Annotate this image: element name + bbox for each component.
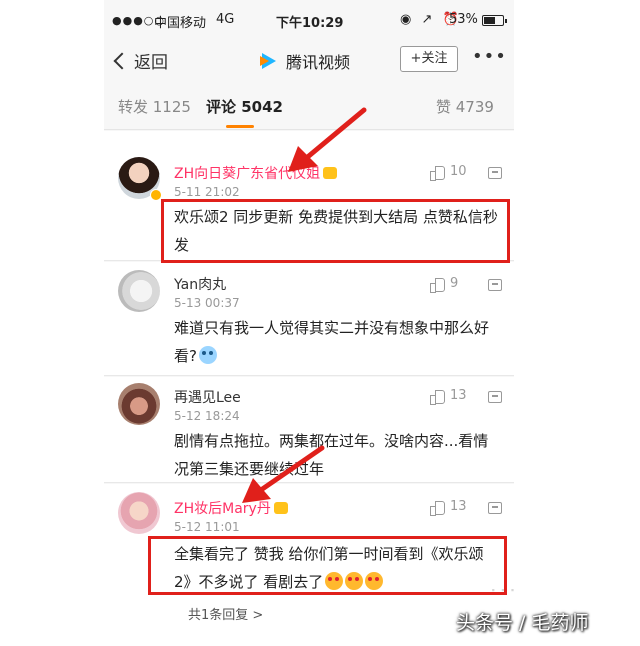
status-bar: ●●●○○ 中国移动 4G 下午10:29 ◉ ↗ ⏰ 53% [104, 0, 514, 40]
tab-likes[interactable]: 赞 4739 [436, 96, 494, 117]
nav-bar: 返回 腾讯视频 +关注 ••• [104, 40, 514, 78]
chevron-left-icon [113, 52, 131, 69]
comment-text: 剧情有点拖拉。两集都在过年。没啥内容...看情况第三集还要继续过年 [174, 432, 489, 478]
network-label: 4G [216, 12, 235, 27]
tencent-video-logo-icon [260, 52, 280, 70]
like-button[interactable]: 13 [430, 388, 467, 405]
comment-date: 5-13 00:37 [174, 296, 240, 310]
avatar[interactable] [118, 492, 160, 534]
thumb-up-icon [430, 277, 445, 293]
page-title-text: 腾讯视频 [286, 53, 351, 72]
tab-repost[interactable]: 转发 1125 [118, 96, 191, 117]
comment-item[interactable]: 再遇见Lee 5-12 18:24 13 剧情有点拖拉。两集都在过年。没啥内容.… [104, 377, 514, 483]
comment-icon[interactable] [488, 391, 502, 403]
comment-author[interactable]: ZH妆后Mary丹 [174, 498, 288, 518]
comment-date: 5-12 18:24 [174, 409, 240, 423]
battery-percent: 53% [449, 12, 478, 27]
watermark-text: 头条号 / 毛药师 [456, 612, 589, 634]
more-icon[interactable]: ••• [472, 46, 507, 67]
like-count: 13 [450, 388, 467, 403]
like-button[interactable]: 13 [430, 499, 467, 516]
back-label: 返回 [134, 53, 168, 73]
tab-comments[interactable]: 评论 5042 [206, 96, 283, 117]
comment-author[interactable]: 再遇见Lee [174, 387, 241, 407]
emoji-icon [198, 346, 217, 364]
like-count: 13 [450, 499, 467, 514]
comment-icon[interactable] [488, 502, 502, 514]
reply-count-link[interactable]: 共1条回复 > [188, 604, 263, 623]
comment-icon[interactable] [488, 167, 502, 179]
tab-bar: 转发 1125 评论 5042 赞 4739 [104, 78, 514, 130]
back-button[interactable]: 返回 [113, 48, 168, 73]
carrier-label: 中国移动 [154, 16, 207, 31]
comment-author[interactable]: ZH向日葵广东省代仪姐 [174, 163, 338, 183]
comment-item[interactable]: Yan肉丸 5-13 00:37 9 难道只有我一人觉得其实二并没有想象中那么好… [104, 262, 514, 376]
highlight-box [148, 536, 507, 595]
comment-icon[interactable] [488, 279, 502, 291]
battery-icon [482, 15, 507, 26]
avatar[interactable] [118, 270, 160, 312]
like-button[interactable]: 10 [430, 164, 467, 181]
tab-active-indicator [226, 125, 254, 128]
thumb-up-icon [430, 165, 445, 181]
comment-text: 难道只有我一人觉得其实二并没有想象中那么好看? [174, 319, 490, 365]
page-title: 腾讯视频 [260, 49, 350, 73]
member-crown-icon [323, 167, 338, 179]
like-count: 9 [450, 276, 459, 291]
highlight-box [161, 199, 510, 263]
comment-date: 5-12 11:01 [174, 520, 240, 534]
like-button[interactable]: 9 [430, 276, 459, 293]
clock: 下午10:29 [276, 16, 344, 31]
avatar[interactable] [118, 383, 160, 425]
like-count: 10 [450, 164, 467, 179]
follow-button[interactable]: +关注 [400, 46, 458, 72]
comment-author[interactable]: Yan肉丸 [174, 274, 226, 294]
comment-date: 5-11 21:02 [174, 185, 240, 199]
member-crown-icon [273, 502, 288, 514]
thumb-up-icon [430, 500, 445, 516]
thumb-up-icon [430, 389, 445, 405]
